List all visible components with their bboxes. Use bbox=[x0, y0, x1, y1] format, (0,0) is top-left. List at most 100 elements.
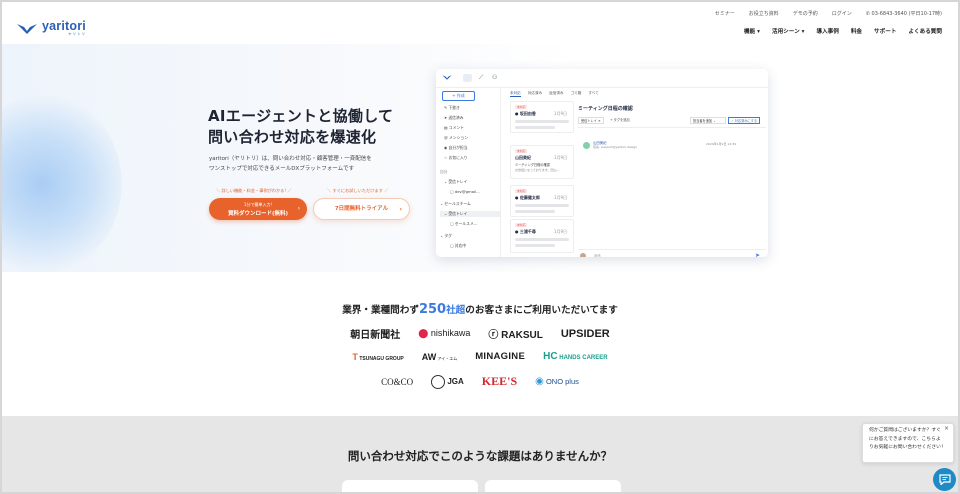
download-docs-button[interactable]: 1分で簡単入力! 資料ダウンロード(無料) › bbox=[209, 198, 307, 220]
problem-title: 問い合わせ対応でこのような課題はありませんか？ bbox=[347, 449, 613, 463]
app-mail-line bbox=[515, 120, 569, 123]
client-logo: UPSIDER bbox=[560, 327, 610, 340]
app-sidebar-item: ▢ dev@gmail... bbox=[450, 189, 480, 194]
app-mail-tag: 未対応 bbox=[515, 105, 528, 109]
sender-avatar bbox=[583, 142, 590, 149]
chevron-down-icon: ▾ bbox=[757, 29, 760, 35]
hero-decoration bbox=[2, 94, 122, 274]
nav-pricing[interactable]: 料金 bbox=[851, 27, 862, 35]
analytics-icon: ⟋ bbox=[479, 74, 484, 81]
app-detail-email: 宛先: support@yaritori.design bbox=[593, 145, 638, 149]
app-mail-subject: ミーティング日程の確認 bbox=[515, 163, 550, 167]
close-icon[interactable]: × bbox=[944, 425, 949, 434]
app-sidebar-section: 自分 bbox=[440, 169, 448, 174]
app-tab: 対応済み bbox=[527, 91, 543, 95]
app-sidebar-item: ✎ 下書き bbox=[444, 105, 460, 110]
client-logo: CO&CO bbox=[381, 376, 414, 387]
app-topbar: ⟋ ⚇ bbox=[436, 69, 768, 88]
app-mail-tag: 未対応 bbox=[515, 189, 528, 193]
nav-faq[interactable]: よくある質問 bbox=[908, 27, 942, 35]
problem-card bbox=[342, 480, 478, 492]
app-sidebar-item: ▤ コメント bbox=[444, 125, 464, 130]
user-avatar bbox=[580, 253, 586, 257]
send-icon: ➤ bbox=[754, 252, 760, 257]
brand-bird-icon bbox=[17, 23, 37, 34]
app-mail-card: 未対応 ● 佐藤健太郎 1月9日 bbox=[510, 185, 574, 217]
nav-features-label: 機能 bbox=[744, 29, 756, 35]
app-new-button: + 作成 bbox=[442, 91, 475, 101]
nav-features[interactable]: 機能 ▾ bbox=[744, 27, 760, 35]
util-docs-link[interactable]: お役立ち資料 bbox=[749, 10, 779, 17]
app-sidebar-item: ⌄ 受信トレイ bbox=[444, 179, 468, 184]
app-sidebar-section: ⌄ セールスチーム bbox=[440, 201, 471, 206]
app-tab: 未対応 bbox=[510, 91, 521, 97]
chat-message-line: 何かご質問はございますか？すぐ bbox=[869, 428, 941, 433]
app-detail-assignee: 担当者を追加 ⌄ bbox=[690, 117, 726, 124]
client-logo: MINAGINE bbox=[475, 351, 526, 362]
hero-title: AIエージェントと協働して 問い合わせ対応を爆速化 bbox=[208, 106, 393, 148]
app-sidebar-item-active: ⌄ 受信トレイ bbox=[440, 211, 500, 217]
app-sidebar-item: ▢ セールスメ... bbox=[450, 221, 478, 226]
app-sidebar-item: @ メンション bbox=[444, 135, 468, 140]
divider bbox=[578, 249, 766, 250]
chat-launcher-button[interactable] bbox=[933, 468, 956, 491]
trust-title: 業界・業種問わず250社超のお客さまにご利用いただいてます bbox=[2, 302, 958, 317]
app-mail-sender: ● 佐藤健太郎 1月9日 bbox=[515, 195, 567, 200]
app-sidebar-item: ☆ お気に入り bbox=[444, 155, 468, 160]
hero-desc-line2: ワンストップで対応できるメールDXプラットフォームです bbox=[209, 165, 355, 172]
client-logo: 朝日新聞社 bbox=[350, 330, 401, 341]
chat-bubble-icon bbox=[938, 474, 951, 485]
app-mail-card: 未対応 山田美紀 1月9日 ミーティング日程の確認 お世話になっております。田山… bbox=[510, 145, 574, 179]
util-seminar-link[interactable]: セミナー bbox=[715, 10, 735, 17]
trust-count-unit: 社超 bbox=[446, 305, 466, 316]
util-demo-link[interactable]: デモの予約 bbox=[793, 10, 818, 17]
chevron-down-icon: ▾ bbox=[801, 29, 805, 35]
brand-name: yaritori bbox=[42, 19, 86, 33]
app-screenshot: ⟋ ⚇ + 作成 ✎ 下書き ➤ 送信済み ▤ コメント @ メンション ◉ 自… bbox=[436, 69, 768, 257]
nav-support[interactable]: サポート bbox=[874, 27, 896, 35]
app-mail-card: 未対応 ● 坂田由香 1月9日 bbox=[510, 101, 574, 133]
client-logo: ⓡ RAKSUL bbox=[488, 330, 543, 341]
logo-row-2: T TSUNAGU GROUP AW アイ・エム MINAGINE HC HAN… bbox=[2, 351, 958, 362]
app-mail-tag: 未対応 bbox=[515, 149, 528, 153]
chat-message-line: りお気軽にお問い合わせください！ bbox=[869, 445, 946, 450]
app-detail-inbox: 受信トレイ ✕ bbox=[578, 117, 604, 124]
people-icon: ⚇ bbox=[492, 74, 498, 81]
main-nav: 機能 ▾ 活用シーン ▾ 導入事例 料金 サポート よくある質問 bbox=[744, 27, 942, 35]
app-sidebar: + 作成 ✎ 下書き ➤ 送信済み ▤ コメント @ メンション ◉ 自分が担当… bbox=[436, 87, 501, 257]
app-mail-sender: 山田美紀 1月9日 bbox=[515, 155, 567, 160]
logo-row-1: 朝日新聞社 ⬤ nishikawa ⓡ RAKSUL UPSIDER bbox=[2, 326, 958, 342]
problem-card bbox=[485, 480, 621, 492]
client-logo: ⬤ nishikawa bbox=[418, 328, 471, 338]
page: yaritori ヤリトリ セミナー お役立ち資料 デモの予約 ログイン ✆ 0… bbox=[0, 0, 960, 494]
nav-cases[interactable]: 導入事例 bbox=[816, 27, 838, 35]
app-mail-preview: お世話になっております。田山... bbox=[515, 168, 560, 172]
nav-usecases[interactable]: 活用シーン ▾ bbox=[772, 27, 804, 35]
client-logo: JGA bbox=[431, 374, 464, 389]
app-sidebar-item: ▢ 対応中 bbox=[450, 243, 467, 248]
app-sidebar-section: ⌄ タグ bbox=[440, 233, 452, 238]
chevron-right-icon: › bbox=[399, 206, 402, 213]
app-mail-sender: ● 三浦千尋 1月9日 bbox=[515, 229, 567, 234]
client-logo: ◉ ONO plus bbox=[535, 376, 579, 387]
free-trial-label: 7日間無料トライアル bbox=[334, 206, 389, 212]
cta-primary-bubble-text: 詳しい機能・料金・事例がわかる! bbox=[221, 188, 287, 193]
app-tab: 返信済み bbox=[549, 91, 564, 95]
chat-message-line: にお答えできますので、こちらよ bbox=[869, 436, 941, 442]
cta-primary-bubble: ＼ 詳しい機能・料金・事例がわかる! ／ bbox=[216, 188, 292, 193]
app-detail-tag: + タグを追加 bbox=[610, 118, 630, 122]
app-logo-icon bbox=[442, 75, 452, 80]
app-mail-tag: 未対応 bbox=[515, 223, 528, 227]
hero-desc-line1: yaritori（ヤリトリ）は、問い合わせ対応・顧客管理・一斉配信を bbox=[209, 156, 372, 162]
app-mail-detail: ミーティング日程の確認 受信トレイ ✕ + タグを追加 担当者を追加 ⌄ ✓ 対… bbox=[578, 87, 768, 257]
free-trial-button[interactable]: 7日間無料トライアル › bbox=[313, 198, 410, 220]
logo-row-3: CO&CO JGA KEE'S ◉ ONO plus bbox=[2, 374, 958, 389]
chat-popup: × 何かご質問はございますか？すぐ にお答えできますので、こちらよ りお気軽にお… bbox=[862, 423, 954, 463]
app-sidebar-item: ➤ 送信済み bbox=[444, 115, 464, 120]
app-mail-line bbox=[515, 204, 569, 207]
utility-nav: セミナー お役立ち資料 デモの予約 ログイン ✆ 03-6843-3640 (平… bbox=[715, 10, 942, 17]
divider bbox=[578, 127, 766, 128]
brand-logo[interactable]: yaritori ヤリトリ bbox=[16, 20, 86, 37]
app-detail-date: 2024年1月9日 12:39 bbox=[706, 142, 737, 146]
util-login-link[interactable]: ログイン bbox=[832, 10, 852, 17]
